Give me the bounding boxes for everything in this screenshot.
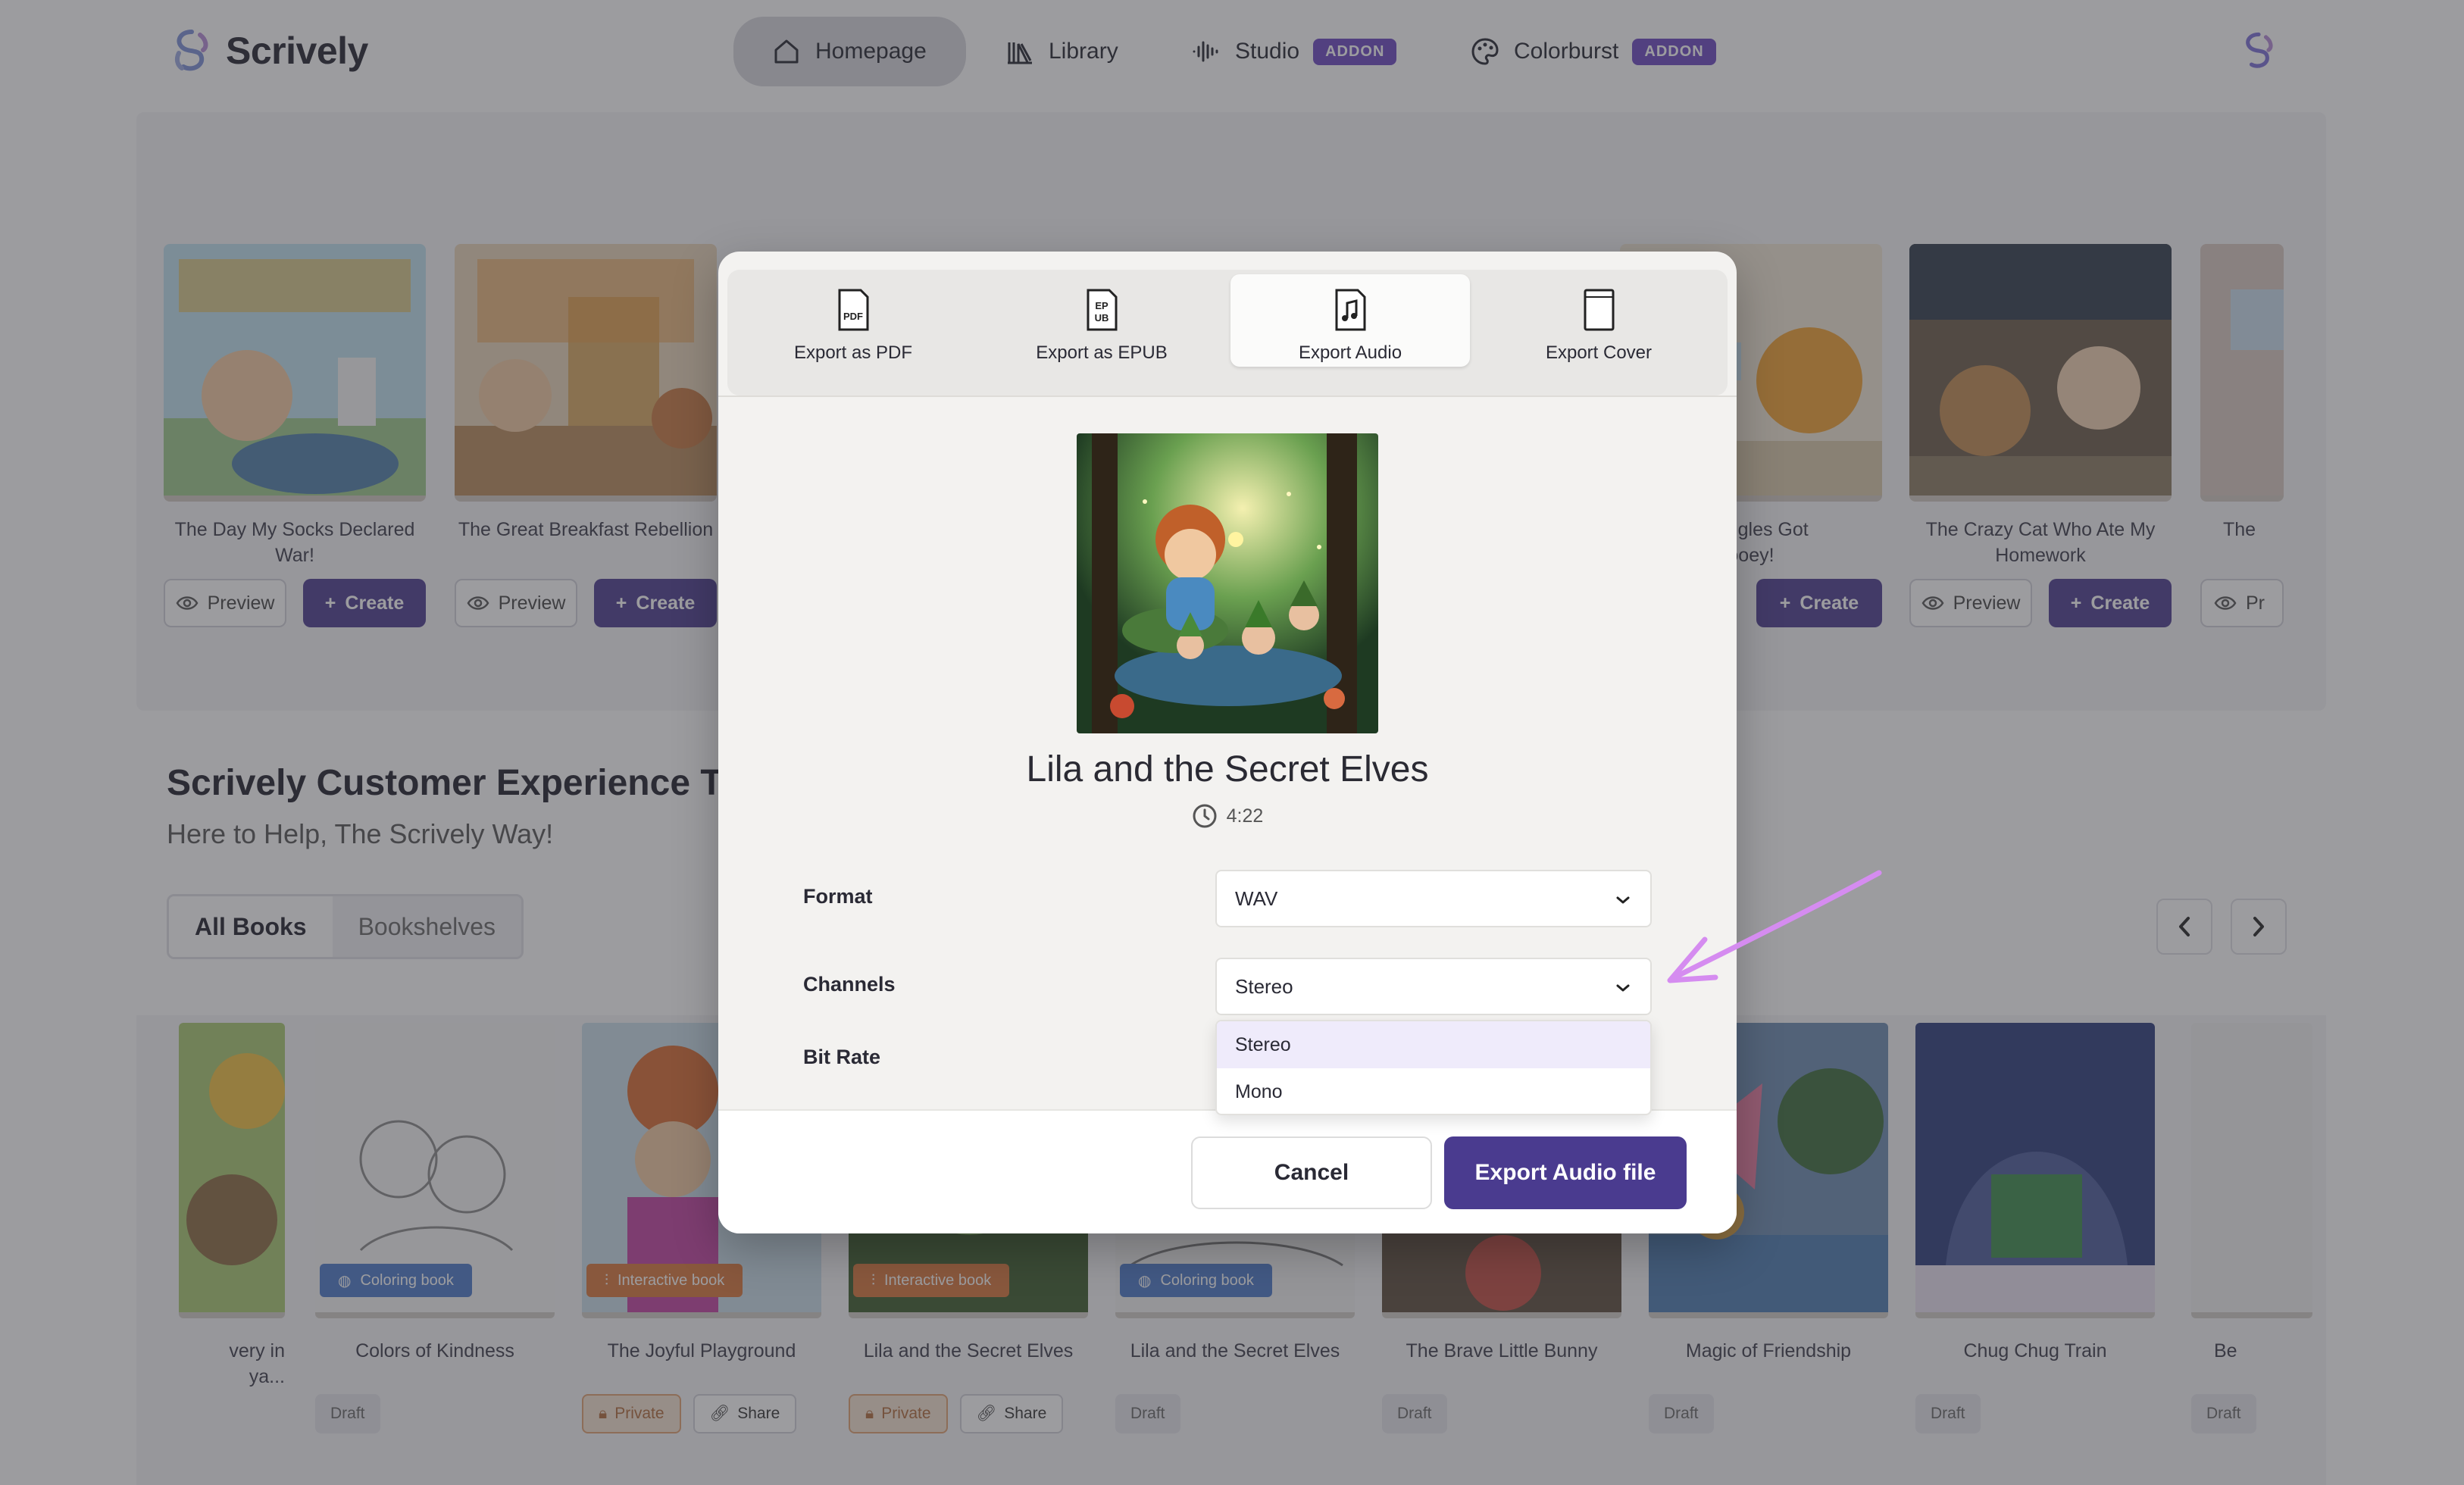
tab-label: Export as EPUB <box>1036 342 1168 363</box>
option-mono[interactable]: Mono <box>1217 1068 1650 1114</box>
export-audio-button[interactable]: Export Audio file <box>1444 1136 1687 1209</box>
export-tabs: PDF Export as PDF EP UB Export as EPUB Ex… <box>727 270 1728 395</box>
svg-text:PDF: PDF <box>843 311 863 322</box>
duration-value: 4:22 <box>1226 805 1264 827</box>
chevron-down-icon <box>1616 984 1630 992</box>
divider <box>718 395 1737 397</box>
annotation-arrow-icon <box>1667 870 1882 983</box>
channels-value: Stereo <box>1235 974 1293 998</box>
clock-icon <box>1193 804 1217 828</box>
pdf-file-icon: PDF <box>838 289 869 331</box>
elves-forest-artwork <box>1077 433 1378 733</box>
chevron-down-icon <box>1616 896 1630 904</box>
svg-text:EP: EP <box>1095 300 1108 311</box>
tab-export-cover[interactable]: Export Cover <box>1479 274 1718 367</box>
audio-duration: 4:22 <box>718 803 1737 829</box>
export-modal: PDF Export as PDF EP UB Export as EPUB Ex… <box>718 252 1737 1233</box>
tab-label: Export as PDF <box>793 342 913 363</box>
format-value: WAV <box>1235 886 1278 910</box>
format-label: Format <box>803 885 873 908</box>
channels-select[interactable]: Stereo <box>1215 958 1652 1015</box>
audio-file-icon <box>1335 289 1366 331</box>
tab-label: Export Audio <box>1298 342 1402 363</box>
tab-export-audio[interactable]: Export Audio <box>1230 274 1470 367</box>
cover-file-icon <box>1584 289 1615 331</box>
channels-label: Channels <box>803 973 896 996</box>
epub-file-icon: EPUB <box>1087 289 1118 331</box>
tab-export-epub[interactable]: EP UB Export as EPUB <box>982 274 1221 367</box>
channels-dropdown: Stereo Mono <box>1215 1020 1652 1115</box>
cancel-button[interactable]: Cancel <box>1191 1136 1432 1209</box>
option-stereo[interactable]: Stereo <box>1217 1021 1650 1068</box>
svg-text:UB: UB <box>1095 312 1109 324</box>
tab-label: Export Cover <box>1545 342 1653 363</box>
bitrate-label: Bit Rate <box>803 1046 881 1068</box>
format-select[interactable]: WAV <box>1215 870 1652 927</box>
book-cover-image <box>1077 433 1378 733</box>
tab-export-pdf[interactable]: PDF Export as PDF <box>733 274 973 367</box>
book-title: Lila and the Secret Elves <box>1026 749 1429 789</box>
